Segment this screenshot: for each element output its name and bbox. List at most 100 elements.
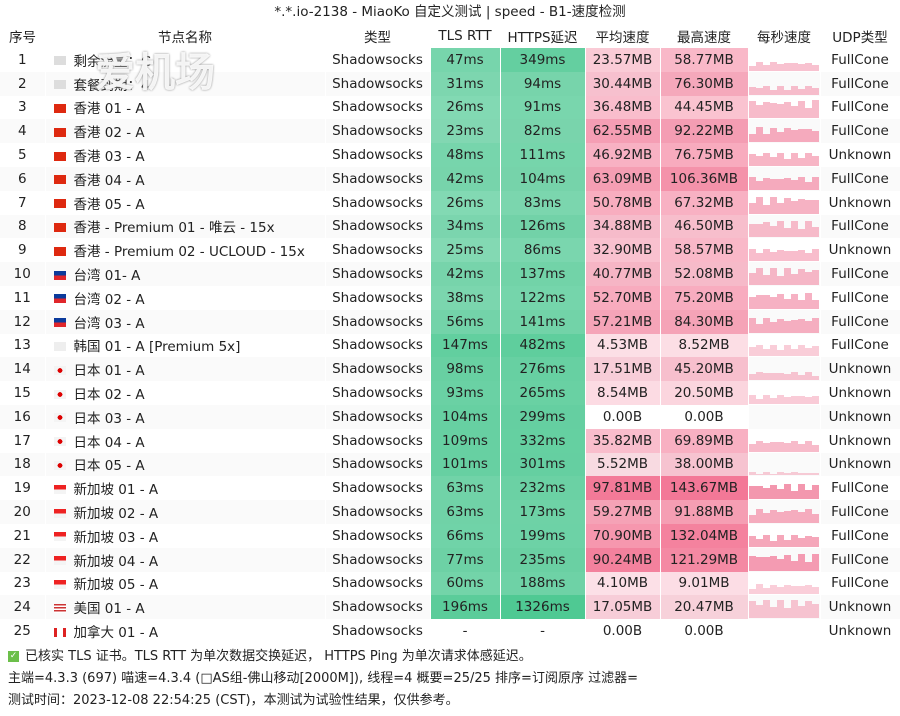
speed-bar — [783, 484, 792, 500]
speed-bar — [812, 156, 819, 167]
max-speed: 58.57MB — [660, 238, 749, 263]
speed-bar — [783, 250, 792, 262]
node-name: 美国 01 - A — [73, 601, 145, 618]
node-type: Shadowsocks — [325, 381, 431, 405]
speed-bar — [762, 472, 770, 476]
speed-bar — [769, 251, 777, 262]
table-row: 17 日本 04 - A Shadowsocks 109ms 332ms 35.… — [0, 428, 900, 453]
speed-bar — [755, 557, 763, 571]
https-latency: 199ms — [500, 523, 586, 548]
avg-speed: 35.82MB — [585, 428, 661, 453]
udp-type: Unknown — [820, 381, 900, 405]
speed-bar — [769, 344, 777, 357]
max-speed: 121.29MB — [660, 547, 749, 572]
row-no: 17 — [0, 428, 46, 453]
speed-bar — [755, 223, 763, 238]
speed-bar — [791, 251, 799, 262]
speed-bar — [762, 177, 770, 190]
footer-line1: 已核实 TLS 证书。TLS RTT 为单次数据交换延迟， HTTPS Ping… — [25, 649, 532, 664]
speed-bar — [776, 489, 784, 500]
speed-bar — [762, 535, 770, 547]
flag-icon-hk — [53, 127, 66, 137]
udp-type: Unknown — [820, 452, 900, 477]
speed-bar — [805, 271, 813, 286]
speed-bar — [798, 63, 806, 71]
speed-bar — [748, 296, 756, 309]
table-row: 8 香港 - Premium 01 - 唯云 - 15x Shadowsocks… — [0, 214, 900, 239]
speed-bar — [769, 540, 777, 547]
speed-bar — [805, 396, 813, 405]
tls-rtt: 77ms — [430, 547, 501, 572]
node-name: 新加坡 03 - A — [73, 529, 159, 546]
tls-rtt: 26ms — [430, 190, 501, 215]
speed-bar — [812, 200, 819, 214]
speed-bar — [769, 473, 777, 476]
speed-bar — [805, 347, 813, 357]
avg-speed: 4.10MB — [585, 571, 661, 596]
udp-type: FullCone — [820, 523, 900, 548]
speed-bar — [748, 589, 756, 595]
max-speed: 76.30MB — [660, 71, 749, 96]
https-latency: 86ms — [500, 238, 586, 263]
speed-bar — [776, 586, 784, 595]
tls-rtt: - — [430, 619, 501, 643]
speed-bar — [776, 85, 784, 95]
node-name: 香港 03 - A — [73, 149, 145, 166]
speed-bar — [783, 373, 792, 381]
speed-bar — [783, 510, 792, 524]
speed-bar — [776, 250, 784, 262]
node-name: 香港 - Premium 02 - UCLOUD - 15x — [73, 244, 305, 261]
avg-speed: 52.70MB — [585, 285, 661, 310]
per-second-speed — [748, 547, 821, 572]
speed-bar — [776, 599, 784, 619]
max-speed: 132.04MB — [660, 523, 749, 548]
https-latency: 188ms — [500, 571, 586, 596]
header-type: 类型 — [364, 30, 391, 46]
table-row: 13 韩国 01 - A [Premium 5x] Shadowsocks 14… — [0, 333, 900, 358]
speed-bar — [769, 157, 777, 167]
speed-bar — [769, 398, 777, 405]
speed-bar — [783, 608, 792, 619]
tls-rtt: 66ms — [430, 523, 501, 548]
udp-type: Unknown — [820, 428, 900, 453]
per-second-speed — [748, 119, 821, 144]
speed-bar — [805, 252, 813, 262]
max-speed: 76.75MB — [660, 143, 749, 167]
speed-bar — [791, 319, 799, 333]
speed-bar — [791, 201, 799, 214]
per-second-speed — [748, 95, 821, 120]
speed-bar — [783, 62, 792, 71]
node-name: 韩国 01 - A [Premium 5x] — [73, 339, 241, 356]
speed-bar — [748, 86, 756, 95]
udp-type: FullCone — [820, 214, 900, 239]
https-latency: 265ms — [500, 381, 586, 405]
flag-icon-tw — [53, 270, 66, 280]
table-row: 19 新加坡 01 - A Shadowsocks 63ms 232ms 97.… — [0, 476, 900, 501]
speed-bar — [805, 585, 813, 595]
speed-bar — [783, 554, 792, 571]
speed-bar — [762, 394, 770, 405]
speed-bar — [812, 554, 819, 571]
speed-bar — [762, 373, 770, 381]
speed-bar — [812, 445, 819, 452]
node-type: Shadowsocks — [325, 452, 431, 477]
speed-bar — [812, 100, 819, 119]
speed-bar — [805, 221, 813, 238]
row-no: 7 — [0, 190, 46, 215]
speed-bar — [755, 539, 763, 547]
tls-rtt: 42ms — [430, 166, 501, 191]
speed-bar — [755, 62, 763, 71]
speed-bar — [783, 585, 792, 595]
https-latency: 122ms — [500, 285, 586, 310]
https-latency: 141ms — [500, 309, 586, 334]
udp-type: FullCone — [820, 71, 900, 96]
check-icon: ✓ — [8, 651, 19, 662]
flag-icon-jp — [53, 460, 66, 470]
speed-bar — [769, 267, 777, 286]
tls-rtt: 25ms — [430, 238, 501, 263]
tls-rtt: 47ms — [430, 48, 501, 72]
avg-speed: 63.09MB — [585, 166, 661, 191]
speed-bar — [783, 539, 792, 547]
tls-rtt: 23ms — [430, 119, 501, 144]
max-speed: 106.36MB — [660, 166, 749, 191]
